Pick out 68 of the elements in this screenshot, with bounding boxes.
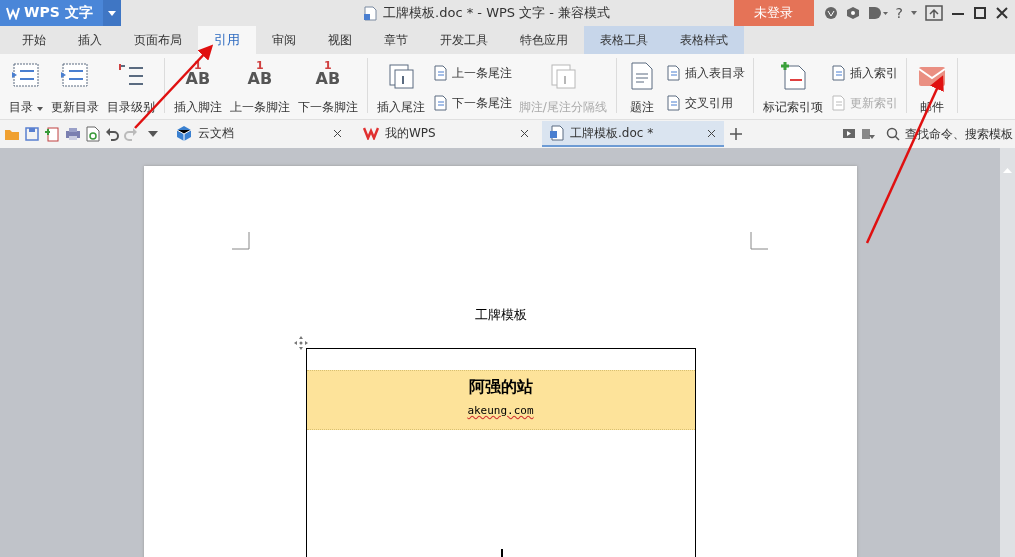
ribbon-button[interactable]: 下一条尾注 — [429, 94, 514, 112]
margin-mark — [750, 232, 768, 250]
document-tab[interactable]: 云文档 — [168, 121, 350, 147]
badge-name: 阿强的站 — [468, 377, 533, 398]
ribbon-button[interactable]: 交叉引用 — [662, 94, 747, 112]
document-icon — [431, 95, 448, 111]
ribbon-tab[interactable]: 插入 — [62, 26, 118, 54]
document-title: 工牌模板 — [474, 306, 527, 324]
scrollbar[interactable] — [1000, 148, 1015, 557]
skin-icon[interactable] — [823, 6, 838, 20]
ribbon-button[interactable]: 1 AB 下一条脚注 — [294, 60, 361, 116]
add-tab-icon[interactable] — [729, 127, 743, 141]
window-title: 工牌模板.doc * - WPS 文字 - 兼容模式 — [383, 4, 611, 22]
ribbon-tab[interactable]: 审阅 — [256, 26, 312, 54]
collapse-ribbon-icon[interactable] — [925, 5, 943, 21]
hexagon-icon[interactable] — [845, 6, 860, 20]
footnote-icon: 1 AB — [311, 60, 344, 92]
save-icon[interactable] — [25, 127, 39, 141]
ribbon-tab[interactable]: 特色应用 — [504, 26, 584, 54]
caret-icon — [107, 10, 116, 16]
screen-icon[interactable] — [842, 127, 856, 141]
ribbon-button[interactable]: 更新目录 — [47, 60, 102, 116]
ribbon-button[interactable]: 1 AB 上一条脚注 — [226, 60, 293, 116]
ribbon-button[interactable]: 题注 — [622, 60, 661, 116]
ribbon-tab[interactable]: 表格样式 — [664, 26, 744, 54]
ribbon-tab[interactable]: 开始 — [6, 26, 62, 54]
document-icon — [431, 65, 448, 81]
export-pdf-icon[interactable] — [44, 126, 60, 142]
ribbon-tab[interactable]: 开发工具 — [424, 26, 504, 54]
ribbon-button[interactable]: 插入索引 — [827, 64, 900, 82]
document-icon — [829, 95, 846, 111]
app-menu-button[interactable]: WPS 文字 — [0, 0, 103, 26]
share-icon[interactable] — [867, 6, 888, 20]
close-icon[interactable] — [520, 128, 529, 138]
ribbon-button[interactable]: 目录 — [6, 60, 46, 116]
ribbon-tab[interactable]: 引用 — [198, 26, 256, 54]
cube-icon — [176, 125, 192, 141]
document-tab[interactable]: 我的WPS — [355, 121, 537, 147]
footnote-icon: 1 AB — [243, 60, 276, 92]
margin-mark — [232, 232, 250, 250]
document-icon — [829, 65, 846, 81]
logo-icon — [363, 126, 379, 140]
print-preview-icon[interactable] — [86, 126, 100, 142]
close-icon[interactable] — [707, 128, 716, 138]
document-tab[interactable]: 工牌模板.doc * — [542, 121, 724, 147]
document-icon — [364, 5, 378, 21]
move-handle-icon[interactable] — [293, 336, 308, 350]
ribbon-button[interactable]: 插入表目录 — [662, 64, 747, 82]
ribbon-button[interactable]: 插入尾注 — [373, 60, 428, 116]
close-icon[interactable] — [333, 128, 342, 138]
document-icon — [550, 125, 564, 141]
close-icon[interactable] — [995, 6, 1009, 20]
badge-url: akeung.com — [467, 404, 534, 417]
search-icon — [886, 127, 900, 141]
help-button[interactable]: ? — [895, 5, 903, 21]
undo-icon[interactable] — [105, 127, 119, 141]
ribbon-tab[interactable]: 章节 — [368, 26, 424, 54]
document-icon — [664, 65, 681, 81]
ribbon-tab[interactable]: 页面布局 — [118, 26, 198, 54]
dropdown-icon[interactable] — [911, 11, 917, 15]
maximize-icon[interactable] — [973, 6, 987, 20]
document-icon — [664, 95, 681, 111]
print-icon[interactable] — [65, 127, 81, 141]
ribbon-button[interactable]: 标记索引项 — [759, 60, 826, 116]
logo-icon — [6, 6, 20, 20]
ribbon-tab[interactable]: 视图 — [312, 26, 368, 54]
ribbon-button[interactable]: 上一条尾注 — [429, 64, 514, 82]
ribbon-tab[interactable]: 表格工具 — [584, 26, 664, 54]
